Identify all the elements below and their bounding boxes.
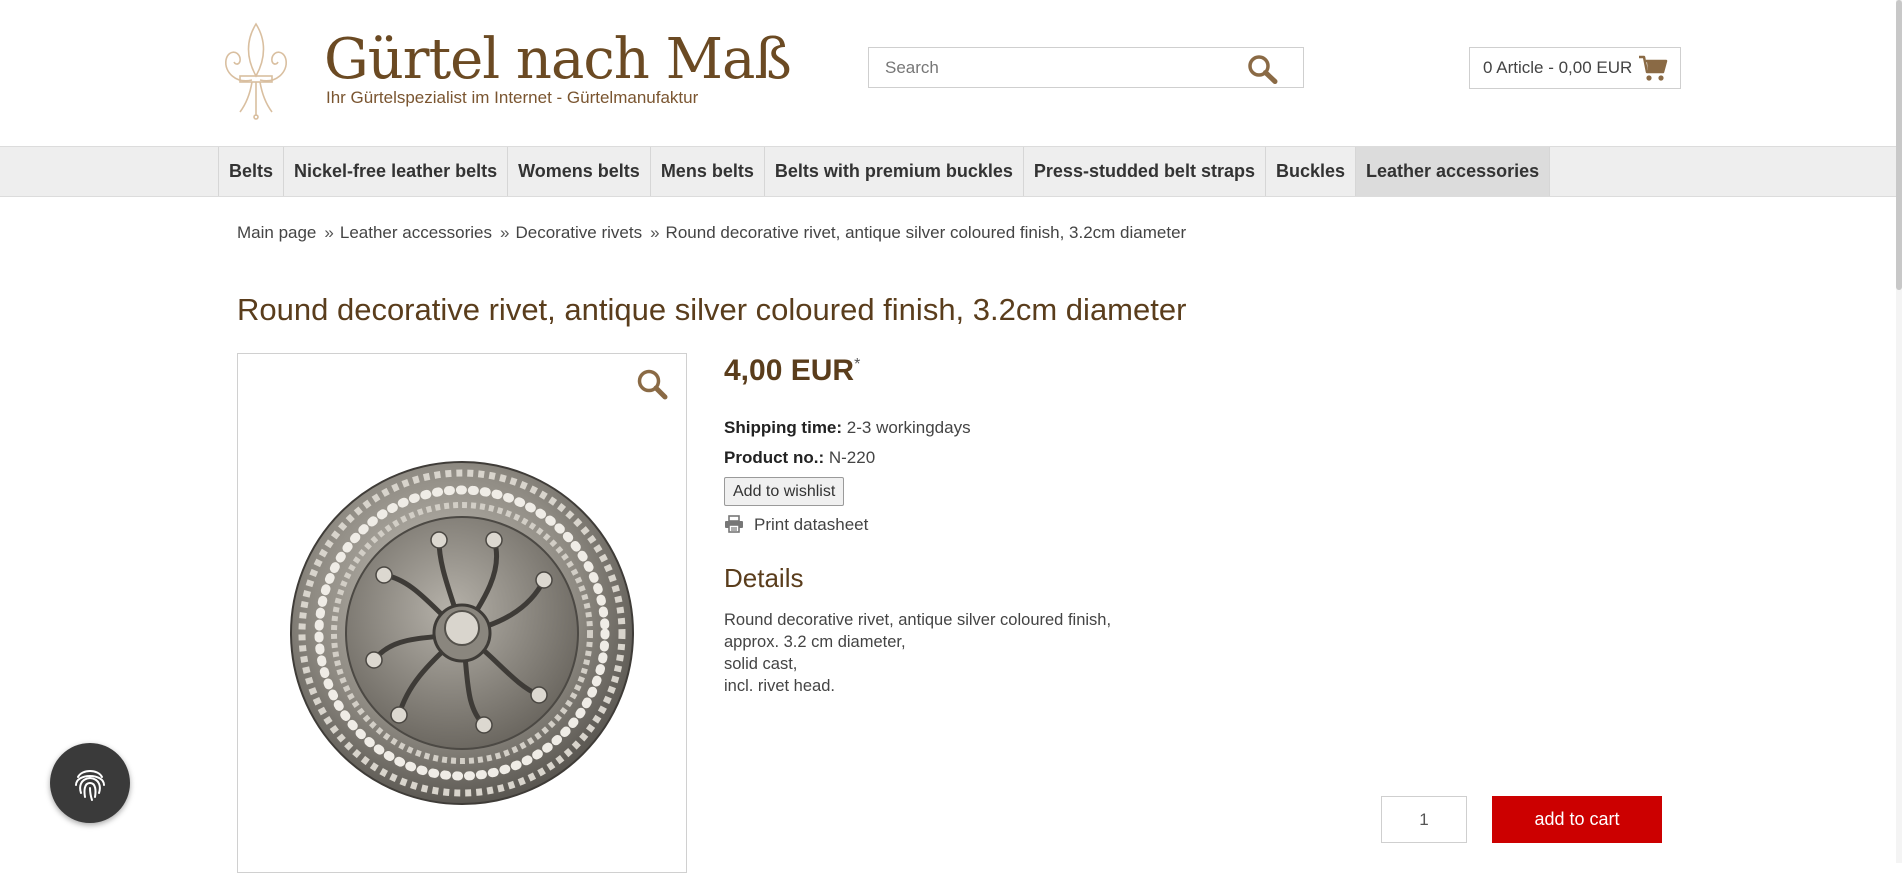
logo-title: Gürtel nach Maß	[324, 27, 792, 92]
details-heading: Details	[724, 563, 804, 593]
add-to-cart-button[interactable]: add to cart	[1492, 796, 1662, 843]
search-box	[868, 47, 1304, 88]
scrollbar-thumb[interactable]	[1896, 0, 1902, 290]
product-price: 4,00 EUR*	[724, 354, 860, 388]
nav-item-leather-accessories[interactable]: Leather accessories	[1355, 147, 1551, 196]
nav-list: Belts Nickel-free leather belts Womens b…	[218, 147, 1551, 196]
nav-item-belts-with-premium-buckles[interactable]: Belts with premium buckles	[763, 147, 1023, 196]
search-input[interactable]	[869, 48, 1245, 87]
description-line: Round decorative rivet, antique silver c…	[724, 611, 1112, 629]
main-navigation: Belts Nickel-free leather belts Womens b…	[0, 146, 1902, 197]
print-datasheet-link[interactable]: Print datasheet	[724, 515, 868, 535]
nav-item-nickel-free-leather-belts[interactable]: Nickel-free leather belts	[283, 147, 507, 196]
page-scrollbar[interactable]	[1896, 0, 1902, 863]
breadcrumb-separator: »	[500, 223, 510, 242]
breadcrumb-main-page[interactable]: Main page	[237, 223, 316, 242]
mini-cart-button[interactable]: 0 Article - 0,00 EUR	[1469, 47, 1681, 89]
search-icon	[1248, 55, 1278, 84]
privacy-settings-button[interactable]	[50, 743, 130, 823]
product-image-rivet	[290, 461, 634, 805]
nav-item-mens-belts[interactable]: Mens belts	[649, 147, 764, 196]
zoom-button[interactable]	[636, 368, 668, 404]
fleur-de-lis-icon	[225, 22, 287, 120]
breadcrumb-leather-accessories[interactable]: Leather accessories	[340, 223, 492, 242]
search-button[interactable]	[1247, 54, 1279, 84]
shipping-time-label: Shipping time:	[724, 418, 843, 437]
zoom-icon	[637, 369, 668, 400]
nav-item-buckles[interactable]: Buckles	[1264, 147, 1355, 196]
breadcrumb-separator: »	[650, 223, 660, 242]
description-line: incl. rivet head.	[724, 677, 835, 695]
description-line: solid cast,	[724, 655, 798, 673]
page-title: Round decorative rivet, antique silver c…	[237, 292, 1187, 327]
product-number-label: Product no.:	[724, 448, 825, 467]
product-number: Product no.: N-220	[724, 448, 875, 468]
product-image-box[interactable]	[237, 353, 687, 873]
description-line: approx. 3.2 cm diameter,	[724, 633, 906, 651]
shipping-time: Shipping time: 2-3 workingdays	[724, 418, 971, 438]
product-number-value: N-220	[828, 448, 876, 467]
shipping-time-value: 2-3 workingdays	[846, 418, 971, 437]
product-description: Round decorative rivet, antique silver c…	[724, 609, 1111, 697]
printer-icon	[725, 515, 743, 533]
nav-item-press-studded-belt-straps[interactable]: Press-studded belt straps	[1022, 147, 1265, 196]
site-logo[interactable]: Gürtel nach Maß Ihr Gürtelspezialist im …	[216, 20, 792, 120]
nav-item-belts[interactable]: Belts	[218, 147, 283, 196]
print-datasheet-label: Print datasheet	[754, 515, 869, 534]
cart-icon	[1639, 55, 1668, 81]
logo-subtitle: Ihr Gürtelspezialist im Internet - Gürte…	[326, 88, 699, 107]
nav-item-womens-belts[interactable]: Womens belts	[507, 147, 650, 196]
quantity-input[interactable]	[1381, 796, 1467, 843]
price-footnote-mark: *	[854, 356, 861, 373]
breadcrumb: Main page » Leather accessories » Decorative…	[237, 223, 1186, 243]
add-to-wishlist-button[interactable]: Add to wishlist	[724, 477, 845, 506]
mini-cart-label: 0 Article - 0,00 EUR	[1483, 58, 1633, 77]
fingerprint-icon	[75, 770, 105, 801]
price-value: 4,00 EUR	[724, 354, 855, 387]
breadcrumb-decorative-rivets[interactable]: Decorative rivets	[515, 223, 642, 242]
breadcrumb-current-product[interactable]: Round decorative rivet, antique silver c…	[666, 223, 1187, 242]
breadcrumb-separator: »	[324, 223, 334, 242]
